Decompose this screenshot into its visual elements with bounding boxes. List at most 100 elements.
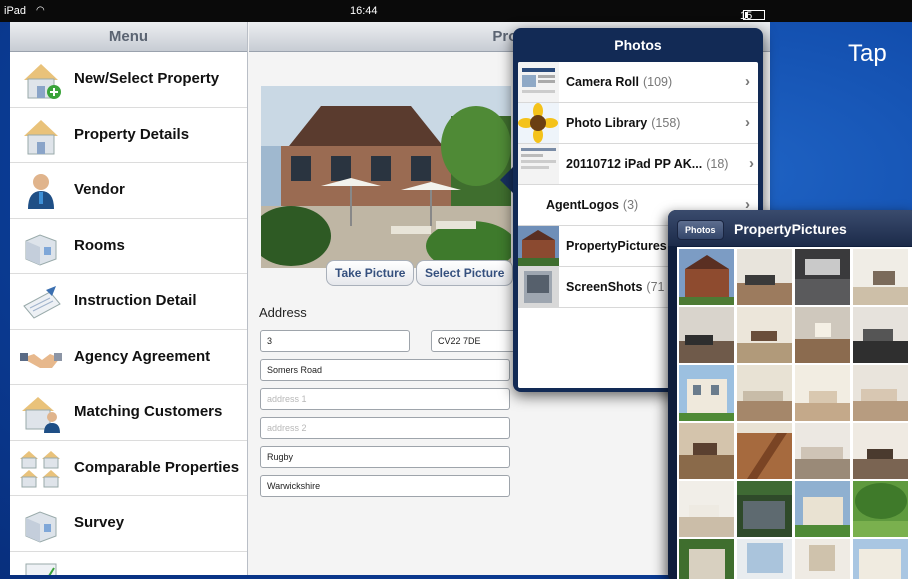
menu-item-rooms[interactable]: Rooms — [10, 219, 247, 274]
photos-back-button[interactable]: Photos — [677, 220, 724, 240]
photo-thumbnail[interactable] — [737, 481, 792, 537]
property-pictures-panel: Photos PropertyPictures — [668, 210, 912, 579]
property-photo — [261, 86, 511, 268]
album-name: Camera Roll (109) — [566, 75, 672, 89]
album-name: AgentLogos (3) — [546, 198, 638, 212]
caption-text: Tap — [848, 40, 887, 67]
menu-item-label: Rooms — [74, 236, 125, 254]
house-person-icon — [20, 393, 62, 433]
menu-item-label: Instruction Detail — [74, 292, 197, 309]
status-bar: iPad ◠ 16:44 15 % — [0, 0, 912, 34]
album-row-ipad-pp[interactable]: 20110712 iPad PP AK... (18) › — [518, 144, 758, 185]
menu-item-new-select-property[interactable]: New/Select Property — [10, 52, 247, 108]
menu-item-label: Agency Agreement — [74, 347, 211, 365]
photo-thumbnail[interactable] — [853, 539, 908, 579]
photo-thumbnail[interactable] — [795, 481, 850, 537]
menu-item-vendor[interactable]: Vendor — [10, 163, 247, 219]
photo-thumbnail[interactable] — [737, 249, 792, 305]
chart-icon — [20, 560, 62, 575]
album-title: 20110712 iPad PP AK... — [566, 157, 703, 171]
address2-field[interactable]: address 2 — [260, 417, 510, 439]
photo-thumbnail[interactable] — [679, 481, 734, 537]
album-thumbnail — [518, 62, 559, 102]
chevron-right-icon: › — [745, 73, 750, 90]
photo-thumbnail[interactable] — [679, 539, 734, 579]
menu-item-partial[interactable] — [10, 552, 247, 575]
town-field[interactable]: Rugby — [260, 446, 510, 468]
property-pictures-header: Photos PropertyPictures — [668, 210, 912, 246]
menu-item-label: Property Details — [74, 125, 190, 143]
house-icon — [20, 116, 62, 156]
menu-item-comparable-properties[interactable]: Comparable Properties — [10, 441, 247, 496]
photo-thumbnail[interactable] — [737, 423, 792, 479]
clock: 16:44 — [350, 5, 378, 17]
photo-thumbnail[interactable] — [737, 307, 792, 363]
album-title: Camera Roll — [566, 75, 639, 89]
album-thumbnail — [518, 226, 559, 266]
photo-thumbnail[interactable] — [853, 481, 908, 537]
album-title: ScreenShots — [566, 280, 643, 294]
photo-thumbnail[interactable] — [679, 423, 734, 479]
houses-icon — [20, 449, 62, 489]
menu-pane: Menu New/Select Property Property Detail… — [10, 22, 248, 575]
photo-thumbnail[interactable] — [737, 365, 792, 421]
album-row-camera-roll[interactable]: Camera Roll (109) › — [518, 62, 758, 103]
photo-thumbnail[interactable] — [679, 307, 734, 363]
chevron-right-icon: › — [745, 114, 750, 131]
room-icon — [20, 504, 62, 544]
menu-item-label: Matching Customers — [74, 403, 223, 420]
photo-thumbnail[interactable] — [679, 365, 734, 421]
photo-thumbnail[interactable] — [679, 249, 734, 305]
menu-item-label: Survey — [74, 514, 125, 531]
album-thumbnail — [518, 267, 559, 307]
postcode-field[interactable]: CV22 7DE — [431, 330, 521, 352]
photo-thumbnail[interactable] — [795, 423, 850, 479]
photo-thumbnail[interactable] — [853, 423, 908, 479]
county-field[interactable]: Warwickshire — [260, 475, 510, 497]
select-picture-button[interactable]: Select Picture — [416, 260, 514, 286]
battery-icon — [743, 10, 765, 20]
photo-grid — [677, 247, 912, 579]
album-row-photo-library[interactable]: Photo Library (158) › — [518, 103, 758, 144]
album-title: AgentLogos — [546, 198, 619, 212]
take-picture-button[interactable]: Take Picture — [326, 260, 415, 286]
photo-thumbnail[interactable] — [795, 307, 850, 363]
photo-thumbnail[interactable] — [853, 365, 908, 421]
house-number-field[interactable]: 3 — [260, 330, 410, 352]
menu-item-label: Comparable Properties — [74, 458, 240, 476]
menu-item-label: New/Select Property — [74, 70, 220, 87]
album-title: PropertyPictures — [566, 239, 667, 253]
document-pen-icon — [20, 282, 62, 322]
menu-item-matching-customers[interactable]: Matching Customers — [10, 385, 247, 441]
popover-arrow — [500, 166, 514, 194]
menu-item-survey[interactable]: Survey — [10, 496, 247, 552]
menu-title: Menu — [10, 22, 247, 52]
menu-item-instruction-detail[interactable]: Instruction Detail — [10, 274, 247, 330]
photo-thumbnail[interactable] — [795, 365, 850, 421]
address1-field[interactable]: address 1 — [260, 388, 510, 410]
album-count: (158) — [651, 116, 681, 130]
photo-thumbnail[interactable] — [795, 249, 850, 305]
person-icon — [20, 171, 62, 211]
album-name: PropertyPictures — [566, 239, 671, 253]
photo-thumbnail[interactable] — [853, 249, 908, 305]
property-pictures-title: PropertyPictures — [734, 221, 847, 237]
album-name: Photo Library (158) — [566, 116, 680, 130]
street-field[interactable]: Somers Road — [260, 359, 510, 381]
menu-item-property-details[interactable]: Property Details — [10, 108, 247, 163]
album-count: (109) — [642, 75, 673, 89]
album-thumbnail — [518, 144, 559, 184]
house-add-icon — [20, 60, 62, 100]
address-label: Address — [259, 305, 307, 320]
photo-thumbnail[interactable] — [795, 539, 850, 579]
album-count: (71 — [646, 280, 665, 294]
album-count: (18) — [706, 157, 729, 171]
wifi-icon: ◠ — [36, 5, 45, 16]
menu-item-agency-agreement[interactable]: Agency Agreement — [10, 330, 247, 385]
photo-thumbnail[interactable] — [737, 539, 792, 579]
photo-thumbnail[interactable] — [853, 307, 908, 363]
menu-item-label: Vendor — [74, 181, 125, 198]
album-title: Photo Library — [566, 116, 648, 130]
device-name: iPad — [4, 5, 27, 17]
album-count: (3) — [622, 198, 639, 212]
